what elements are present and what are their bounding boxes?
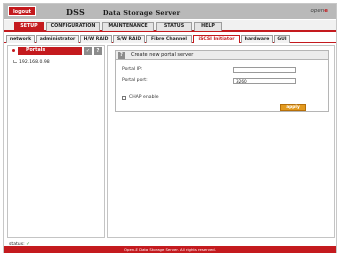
chap-enable-label: CHAP enable bbox=[129, 95, 159, 100]
subtab-hw-raid[interactable]: H/W RAID bbox=[80, 35, 112, 43]
main-nav: SETUP CONFIGURATION MAINTENANCE STATUS H… bbox=[4, 20, 336, 32]
check-icon[interactable]: ✓ bbox=[84, 47, 92, 55]
portal-port-label: Portal port: bbox=[122, 78, 148, 83]
subtab-iscsi-initiator[interactable]: iSCSI Initiator bbox=[193, 35, 240, 43]
brand-long: Data Storage Server bbox=[102, 9, 181, 17]
content-pane: ? Create new portal server Portal IP: Po… bbox=[107, 45, 335, 238]
create-portal-panel: ? Create new portal server Portal IP: Po… bbox=[115, 50, 329, 112]
bullet-icon bbox=[12, 49, 15, 52]
sidebar-header: Portals ✓ ? bbox=[8, 46, 104, 56]
portal-ip-label: Portal IP: bbox=[122, 67, 143, 72]
top-bar: logout DSS Data Storage Server opene bbox=[4, 4, 336, 19]
tab-status[interactable]: STATUS bbox=[156, 22, 192, 31]
portal-item[interactable]: 192.168.0.98 bbox=[19, 60, 50, 65]
subtab-network[interactable]: network bbox=[6, 35, 35, 43]
tab-configuration[interactable]: CONFIGURATION bbox=[46, 22, 100, 31]
logo-prefix: open bbox=[310, 8, 325, 14]
subtab-hardware[interactable]: hardware bbox=[241, 35, 273, 43]
sidebar-title[interactable]: Portals bbox=[18, 47, 82, 55]
panel-title: Create new portal server bbox=[131, 52, 194, 58]
tab-maintenance[interactable]: MAINTENANCE bbox=[102, 22, 154, 31]
apply-button[interactable]: apply bbox=[280, 104, 306, 111]
panel-header: ? Create new portal server bbox=[116, 51, 328, 60]
subtab-administrator[interactable]: administrator bbox=[36, 35, 79, 43]
help-icon[interactable]: ? bbox=[94, 47, 102, 55]
brand-title: DSS Data Storage Server bbox=[66, 7, 180, 17]
logout-button[interactable]: logout bbox=[8, 6, 36, 16]
sub-nav: network administrator H/W RAID S/W RAID … bbox=[4, 34, 336, 43]
tab-help[interactable]: HELP bbox=[194, 22, 222, 31]
open-e-logo: opene bbox=[311, 8, 328, 14]
brand-short: DSS bbox=[66, 7, 85, 17]
chap-enable-checkbox[interactable] bbox=[122, 96, 126, 100]
tree-branch-icon bbox=[13, 60, 17, 63]
portal-port-input[interactable]: 3260 bbox=[233, 78, 296, 84]
footer: Open-E Data Storage Server. All rights r… bbox=[4, 246, 336, 253]
app-window: logout DSS Data Storage Server opene SETU… bbox=[3, 3, 337, 253]
logo-suffix: e bbox=[324, 8, 328, 14]
help-icon[interactable]: ? bbox=[118, 52, 125, 59]
tab-setup[interactable]: SETUP bbox=[14, 22, 44, 32]
subtab-sw-raid[interactable]: S/W RAID bbox=[113, 35, 145, 43]
portal-ip-input[interactable] bbox=[233, 67, 296, 73]
subtab-fibre-channel[interactable]: Fibre Channel bbox=[146, 35, 192, 43]
subtab-gui[interactable]: GUI bbox=[274, 35, 290, 43]
portal-tree: 192.168.0.98 bbox=[13, 60, 50, 65]
portals-sidebar: Portals ✓ ? 192.168.0.98 bbox=[7, 45, 105, 238]
